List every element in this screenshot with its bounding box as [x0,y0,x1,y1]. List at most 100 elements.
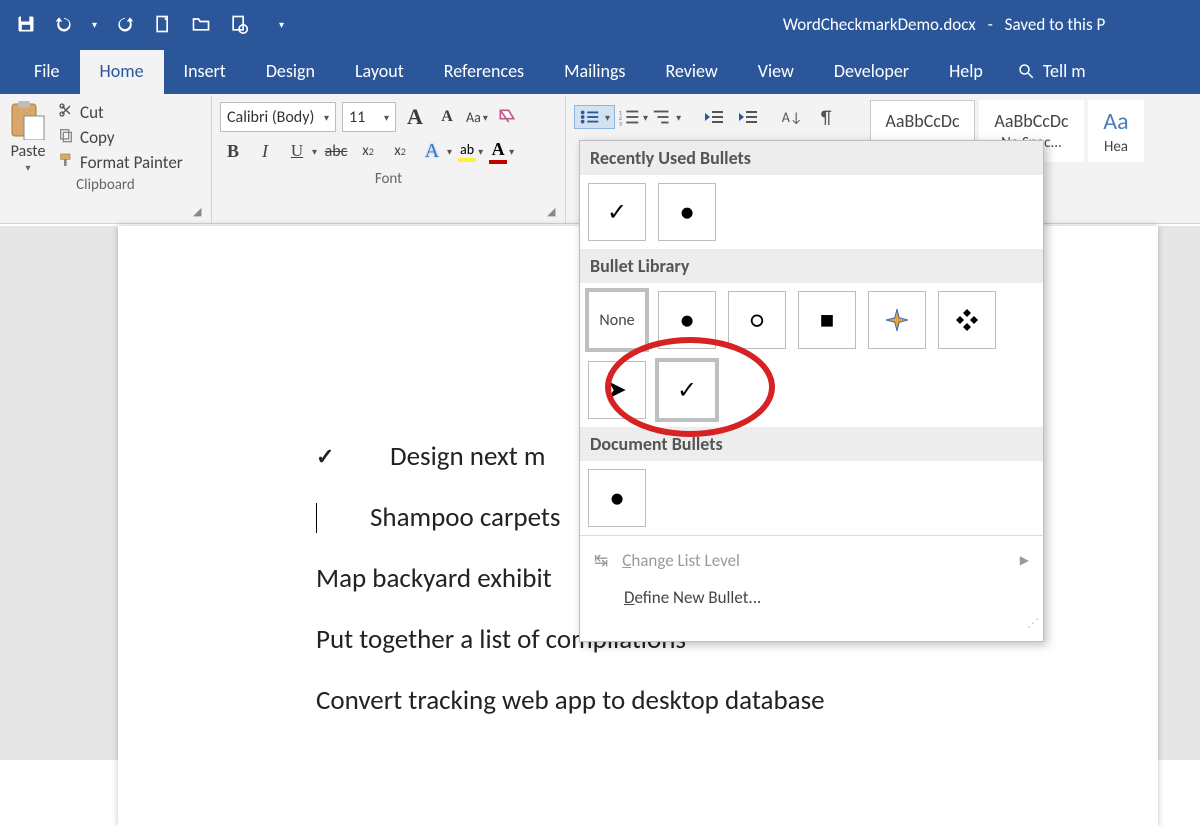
brush-icon [58,152,74,173]
paste-button[interactable]: Paste ▾ [8,100,48,174]
copy-button[interactable]: Copy [58,127,183,148]
tab-help[interactable]: Help [929,50,1003,94]
svg-text:3: 3 [619,121,622,126]
underline-button[interactable]: U▾ [284,137,317,165]
tab-references[interactable]: References [424,50,544,94]
document-title: WordCheckmarkDemo.docx - Saved to this P [284,14,1184,35]
bullets-dropdown-panel: Recently Used Bullets ✓ ● Bullet Library… [579,140,1044,642]
tab-view[interactable]: View [738,50,814,94]
highlight-color-swatch [458,158,476,162]
new-doc-icon[interactable] [153,14,173,34]
sort-button[interactable]: A↓ [777,104,807,130]
style-heading[interactable]: Aa Hea [1088,100,1144,162]
tab-design[interactable]: Design [246,50,335,94]
tab-developer[interactable]: Developer [814,50,929,94]
tab-review[interactable]: Review [645,50,737,94]
bold-button[interactable]: B [220,137,246,165]
shrink-font-button[interactable]: A [434,103,460,131]
caret-icon: ▾ [312,145,317,158]
numbering-icon: 1 2 3 [619,108,641,126]
increase-indent-button[interactable] [733,104,763,130]
tab-insert[interactable]: Insert [164,50,246,94]
font-color-button[interactable]: A ▾ [489,139,514,164]
group-font: Calibri (Body)▾ 11▾ A A Aa ▾ B I U▾ abc … [212,96,566,223]
text-effects-icon: A [419,137,445,165]
eraser-icon [497,107,517,127]
change-case-label: Aa [466,103,481,131]
change-case-button[interactable]: Aa ▾ [466,103,488,131]
bullet-four-point-star[interactable] [868,291,926,349]
copy-icon [58,127,74,148]
doc-text-3: Map backyard exhibit [316,562,552,595]
bullet-arrow[interactable] [588,361,646,419]
bullet-checkmark[interactable]: ✓ [658,361,716,419]
paste-label: Paste [11,142,46,161]
title-sep: - [988,14,993,35]
doc-filename: WordCheckmarkDemo.docx [783,14,976,35]
save-icon[interactable] [16,14,36,34]
caret-icon: ▾ [643,111,648,124]
show-paragraph-marks-button[interactable]: ¶ [811,104,841,130]
paste-caret-icon[interactable]: ▾ [25,161,30,174]
redo-icon[interactable] [115,14,135,34]
bullet-circle[interactable]: ○ [728,291,786,349]
bullet-disc[interactable]: ● [658,291,716,349]
bullets-panel-footer: ↹ Change List Level ▶ Define New Bullet.… [580,535,1043,641]
caret-icon: ▾ [324,111,329,124]
bullets-split-button[interactable]: ▾ [574,105,615,129]
cut-button[interactable]: Cut [58,102,183,123]
tell-me-search[interactable]: Tell m [1003,50,1100,94]
font-size-combo[interactable]: 11▾ [342,102,396,132]
bullet-square[interactable]: ■ [798,291,856,349]
tab-mailings[interactable]: Mailings [544,50,645,94]
font-name-combo[interactable]: Calibri (Body) ▾ [220,102,336,132]
font-name-value: Calibri (Body) [227,108,314,127]
superscript-button[interactable]: x2 [387,137,413,165]
bullet-recent-disc[interactable]: ● [658,183,716,241]
undo-icon[interactable] [54,14,74,34]
italic-button[interactable]: I [252,137,278,165]
recent-bullets-grid: ✓ ● [580,175,1043,249]
text-effects-button[interactable]: A ▾ [419,137,452,165]
sort-icon: A↓ [782,109,803,126]
grow-font-button[interactable]: A [402,103,428,131]
print-preview-icon[interactable] [229,14,249,34]
clipboard-dialog-launcher[interactable]: ◢ [193,205,207,219]
doc-text-2: Shampoo carpets [370,501,560,534]
font-size-value: 11 [349,108,365,127]
bullet-none[interactable]: None [588,291,646,349]
search-icon [1017,62,1035,80]
tell-me-label: Tell m [1043,60,1086,82]
panel-resize-grip[interactable]: ⋰ [580,616,1043,635]
style-name-heading: Hea [1104,138,1128,156]
bullet-four-diamond[interactable] [938,291,996,349]
document-bullets-grid: ● [580,461,1043,535]
bullet-doc-disc[interactable]: ● [588,469,646,527]
bullet-recent-check[interactable]: ✓ [588,183,646,241]
subscript-button[interactable]: x2 [355,137,381,165]
font-dialog-launcher[interactable]: ◢ [547,205,561,219]
doc-saved-status: Saved to this P [1005,14,1106,35]
recently-used-header: Recently Used Bullets [580,141,1043,175]
scissors-icon [58,102,74,123]
document-bullets-header: Document Bullets [580,427,1043,461]
undo-dropdown-caret[interactable]: ▾ [92,18,97,31]
format-painter-button[interactable]: Format Painter [58,152,183,173]
tab-layout[interactable]: Layout [335,50,424,94]
open-folder-icon[interactable] [191,14,211,34]
style-sample: AaBbCcDc [994,110,1068,132]
tab-home[interactable]: Home [80,50,164,94]
quick-access-toolbar: ▾ ▾ [16,14,284,34]
decrease-indent-button[interactable] [699,104,729,130]
strikethrough-button[interactable]: abc [323,137,349,165]
doc-line-5[interactable]: Convert tracking web app to desktop data… [316,670,1158,731]
define-new-bullet-cmd[interactable]: Define New Bullet... [580,579,1043,616]
ribbon-tabs: File Home Insert Design Layout Reference… [0,48,1200,94]
numbering-button[interactable]: 1 2 3 ▾ [619,108,648,126]
four-diamond-icon [953,306,981,334]
multilevel-list-button[interactable]: ▾ [652,108,681,126]
tab-file[interactable]: File [14,50,80,94]
highlight-button[interactable]: ab ▾ [458,141,483,162]
change-list-level-cmd: ↹ Change List Level ▶ [580,542,1043,579]
clear-formatting-button[interactable] [494,103,520,131]
